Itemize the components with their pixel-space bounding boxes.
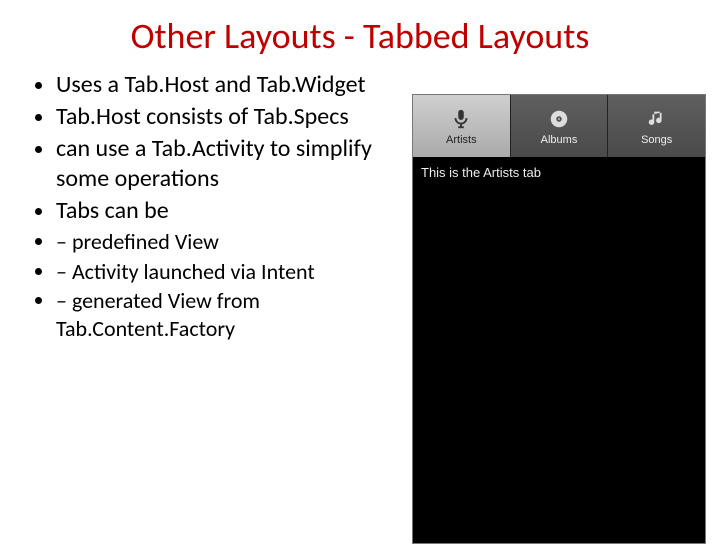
- bullet-item: Tabs can be: [56, 196, 410, 226]
- sub-bullet-item: Activity launched via Intent: [56, 258, 410, 286]
- mic-icon: [448, 106, 474, 132]
- bullet-list: Uses a Tab.Host and Tab.Widget Tab.Host …: [30, 70, 410, 226]
- bullet-item: Uses a Tab.Host and Tab.Widget: [56, 70, 410, 100]
- tab-label: Songs: [641, 134, 672, 146]
- tab-bar: Artists Albums Songs: [413, 95, 705, 157]
- phone-screenshot: Artists Albums Songs This is the Artists…: [412, 94, 706, 544]
- slide-title: Other Layouts - Tabbed Layouts: [0, 14, 720, 58]
- note-icon: [644, 106, 670, 132]
- tab-label: Artists: [446, 134, 477, 146]
- text-column: Uses a Tab.Host and Tab.Widget Tab.Host …: [30, 70, 410, 344]
- tab-artists[interactable]: Artists: [413, 95, 510, 157]
- tab-content: This is the Artists tab: [413, 157, 705, 543]
- bullet-item: can use a Tab.Activity to simplify some …: [56, 134, 410, 194]
- bullet-item: Tab.Host consists of Tab.Specs: [56, 102, 410, 132]
- tab-songs[interactable]: Songs: [607, 95, 705, 157]
- tab-content-text: This is the Artists tab: [421, 165, 541, 180]
- tab-label: Albums: [541, 134, 578, 146]
- album-icon: [546, 106, 572, 132]
- sub-bullet-item: predefined View: [56, 228, 410, 256]
- sub-bullet-list: predefined View Activity launched via In…: [30, 228, 410, 342]
- tab-albums[interactable]: Albums: [510, 95, 608, 157]
- sub-bullet-item: generated View from Tab.Content.Factory: [56, 287, 410, 342]
